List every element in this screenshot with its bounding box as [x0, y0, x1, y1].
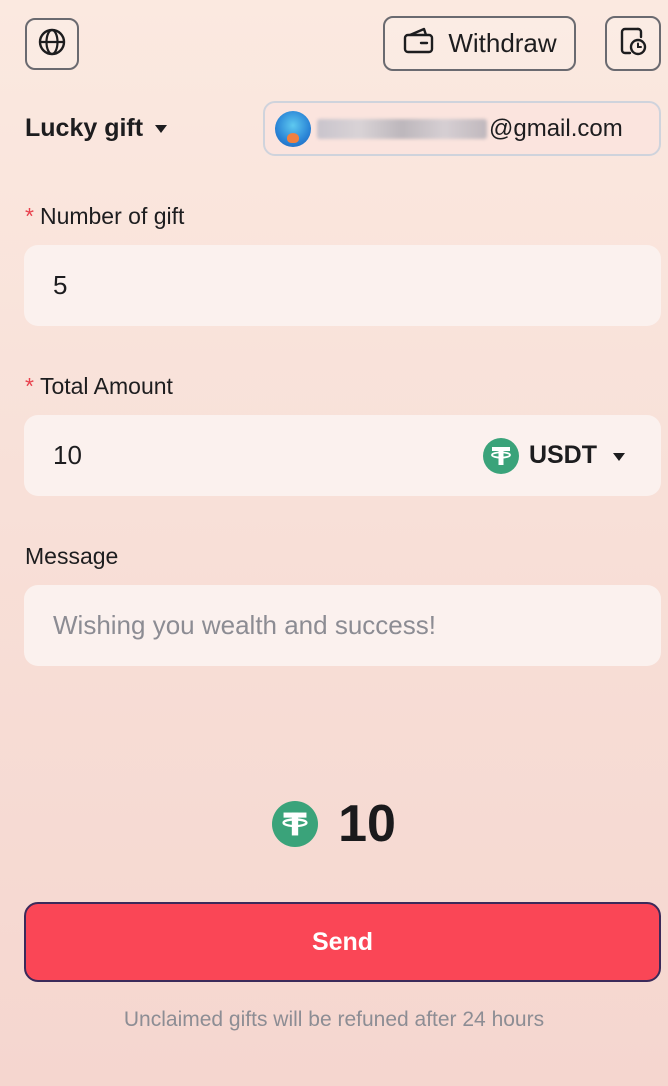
withdraw-label: Withdraw: [448, 28, 557, 58]
account-email: @gmail.com: [489, 114, 623, 142]
number-of-gift-label-text: Number of gift: [39, 203, 185, 229]
message-label-text: Message: [25, 543, 119, 569]
total-amount-label: * Total Amount: [25, 373, 173, 400]
message-input[interactable]: Wishing you wealth and success!: [24, 585, 661, 666]
gift-type-label: Lucky gift: [25, 113, 144, 142]
total-amount-label-text: Total Amount: [39, 373, 173, 399]
avatar: [275, 110, 311, 147]
withdraw-button[interactable]: Withdraw: [383, 16, 576, 71]
number-of-gift-value: 5: [53, 270, 68, 300]
tether-icon: [482, 437, 519, 474]
token-select[interactable]: USDT: [482, 437, 625, 474]
token-label: USDT: [528, 441, 597, 469]
message-label: Message: [25, 543, 118, 570]
message-placeholder: Wishing you wealth and success!: [53, 610, 436, 640]
send-button-label: Send: [311, 927, 374, 956]
caret-down-icon: [613, 452, 625, 461]
caret-down-icon: [155, 125, 168, 133]
refund-notice: Unclaimed gifts will be refuned after 24…: [123, 1008, 545, 1031]
required-marker: *: [25, 203, 34, 229]
number-of-gift-input[interactable]: 5: [24, 245, 661, 326]
gift-type-dropdown[interactable]: Lucky gift: [25, 109, 168, 147]
total-amount-value: 10: [53, 440, 82, 470]
number-of-gift-label: * Number of gift: [25, 203, 184, 230]
history-icon: [618, 25, 648, 62]
wallet-icon: [402, 26, 436, 61]
redacted-email-prefix: [317, 118, 487, 139]
required-marker: *: [25, 373, 34, 399]
total-summary: 10: [0, 792, 668, 856]
globe-icon: [37, 27, 67, 62]
history-button[interactable]: [605, 16, 661, 71]
send-button[interactable]: Send: [24, 902, 661, 982]
total-amount-display: 10: [338, 795, 396, 853]
account-selector[interactable]: @gmail.com: [263, 101, 661, 156]
language-button[interactable]: [25, 18, 79, 70]
tether-icon: [272, 801, 319, 847]
total-amount-input[interactable]: 10 USDT: [24, 415, 661, 496]
